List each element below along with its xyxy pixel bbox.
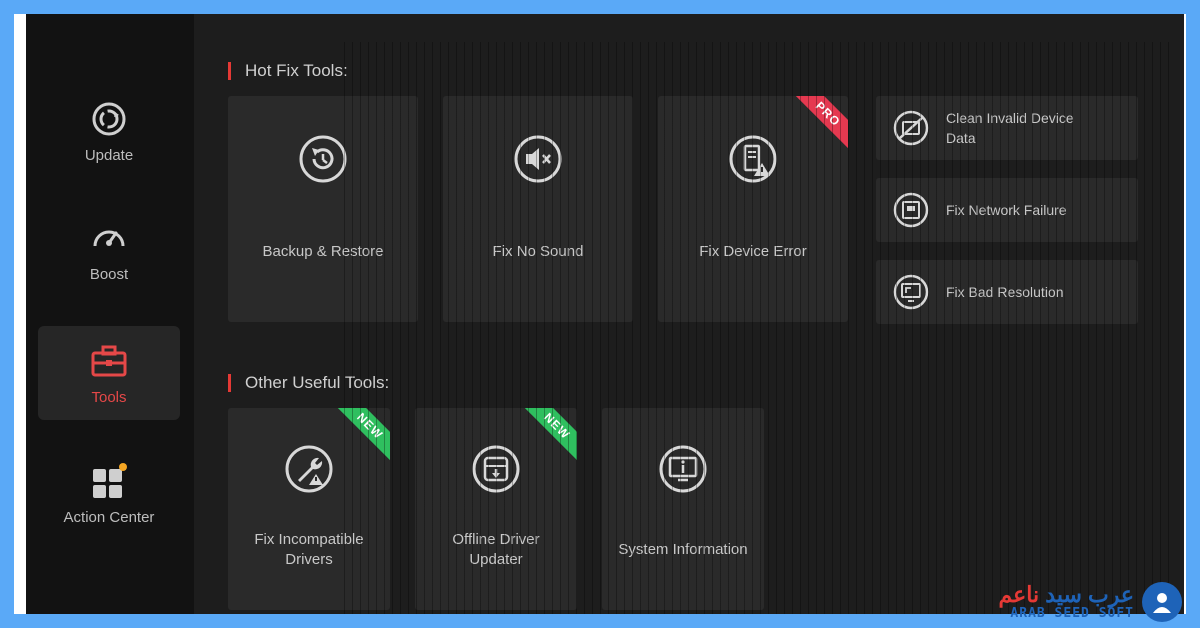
offline-driver-updater-card[interactable]: Offline Driver Updater NEW: [415, 408, 577, 610]
offline-download-icon: [471, 444, 521, 494]
seed-logo-icon: [1142, 582, 1182, 622]
item-label: Fix Bad Resolution: [946, 284, 1064, 300]
sidebar-item-label: Tools: [91, 388, 127, 406]
watermark-logo: عرب سيد ناعم ARAB SEED SOFT: [999, 582, 1182, 622]
sidebar: Update Boost Tools Action Center: [26, 14, 194, 614]
sidebar-item-label: Action Center: [63, 508, 155, 526]
monitor-resolution-icon: [892, 273, 930, 311]
card-label: System Information: [618, 541, 748, 558]
fix-network-failure-item[interactable]: Fix Network Failure: [876, 178, 1138, 242]
screenshot-frame: Update Boost Tools Action Center Hot Fix…: [14, 14, 1186, 614]
mute-speaker-icon: [513, 134, 563, 184]
watermark-arabic: عرب سيد ناعم: [998, 581, 1134, 607]
fix-device-error-card[interactable]: Fix Device Error PRO: [658, 96, 848, 322]
sidebar-item-tools[interactable]: Tools: [38, 326, 180, 420]
item-label: Clean Invalid Device Data: [946, 110, 1074, 146]
sidebar-item-update[interactable]: Update: [38, 84, 180, 178]
section-title-hotfix: Hot Fix Tools:: [228, 62, 348, 80]
clean-invalid-device-data-item[interactable]: Clean Invalid Device Data: [876, 96, 1138, 160]
backup-restore-card[interactable]: Backup & Restore: [228, 96, 418, 322]
card-label: Fix No Sound: [492, 243, 584, 260]
system-information-card[interactable]: System Information: [602, 408, 764, 610]
fix-no-sound-card[interactable]: Fix No Sound: [443, 96, 633, 322]
card-label: Backup & Restore: [262, 243, 384, 260]
update-icon: [89, 99, 129, 139]
card-label: Offline Driver Updater: [452, 531, 540, 568]
app-window: Update Boost Tools Action Center Hot Fix…: [26, 14, 1184, 614]
watermark-english: ARAB SEED SOFT: [1010, 605, 1134, 621]
item-label: Fix Network Failure: [946, 202, 1067, 218]
new-badge: NEW: [333, 408, 390, 463]
sidebar-item-label: Boost: [89, 265, 129, 283]
section-title-other: Other Useful Tools:: [228, 374, 389, 392]
fix-bad-resolution-item[interactable]: Fix Bad Resolution: [876, 260, 1138, 324]
sidebar-item-label: Update: [84, 146, 134, 164]
sidebar-item-action-center[interactable]: Action Center: [38, 446, 180, 540]
new-badge: NEW: [520, 408, 577, 463]
wrench-warning-icon: [284, 444, 334, 494]
speedometer-icon: [89, 218, 129, 258]
device-warning-icon: [728, 134, 778, 184]
tools-panel: Hot Fix Tools: Backup & Restore Fix No S…: [194, 14, 1184, 614]
card-label: Fix Device Error: [699, 243, 807, 260]
system-info-icon: [658, 444, 708, 494]
network-icon: [892, 191, 930, 229]
toolbox-icon: [89, 341, 129, 381]
fix-incompatible-drivers-card[interactable]: Fix Incompatible Drivers NEW: [228, 408, 390, 610]
backup-restore-icon: [298, 134, 348, 184]
card-label: Fix Incompatible Drivers: [254, 531, 364, 568]
pro-badge: PRO: [791, 96, 848, 151]
device-clean-icon: [892, 109, 930, 147]
apps-grid-icon: [89, 461, 129, 501]
sidebar-item-boost[interactable]: Boost: [38, 203, 180, 297]
